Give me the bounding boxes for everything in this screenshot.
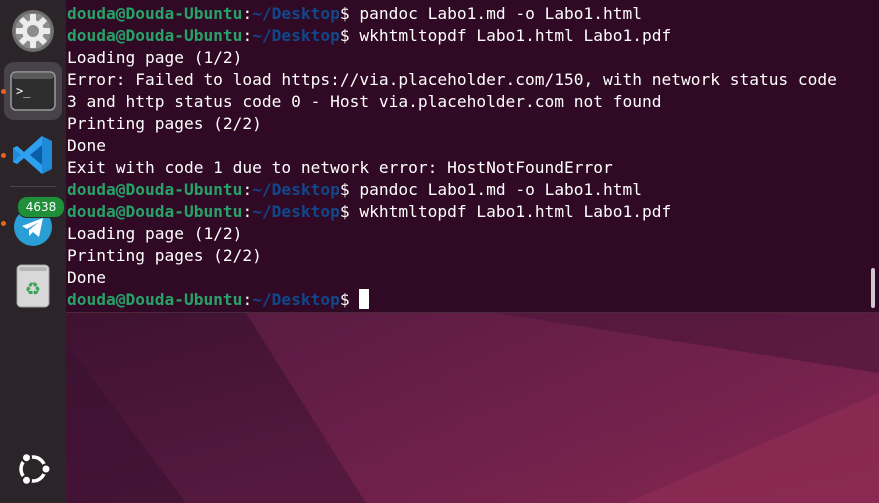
prompt-dollar: $ [339,290,350,309]
dock: >_ 4638 ♻ [0,0,66,503]
trash-icon: ♻ [16,264,50,308]
command-text [350,290,360,309]
dock-item-terminal[interactable]: >_ [4,62,62,120]
prompt-line: douda@Douda-Ubuntu:~/Desktop$ wkhtmltopd… [67,201,837,223]
wallpaper-graphic [66,313,879,503]
prompt-path: ~/Desktop [252,26,340,45]
prompt-line: douda@Douda-Ubuntu:~/Desktop$ pandoc Lab… [67,3,837,25]
output-line: 3 and http status code 0 - Host via.plac… [67,92,662,111]
svg-text:>_: >_ [16,84,31,98]
command-text: pandoc Labo1.md -o Labo1.html [349,4,643,23]
terminal-icon: >_ [10,71,56,111]
prompt-path: ~/Desktop [252,180,340,199]
prompt-user: douda@Douda-Ubuntu [67,180,243,199]
prompt-dollar: $ [339,4,350,23]
prompt-dollar: $ [339,202,350,221]
prompt-user: douda@Douda-Ubuntu [67,290,243,309]
dock-item-vscode[interactable] [4,126,62,184]
prompt-colon: : [242,26,253,45]
prompt-colon: : [242,180,253,199]
prompt-dollar: $ [339,26,350,45]
output-line: Loading page (1/2) [67,48,243,67]
command-text: wkhtmltopdf Labo1.html Labo1.pdf [349,26,672,45]
ubuntu-icon [19,452,52,486]
text-cursor [359,289,370,309]
dock-item-trash[interactable]: ♻ [4,256,62,314]
running-indicator [1,153,6,158]
output-line: Exit with code 1 due to network error: H… [67,158,613,177]
prompt-user: douda@Douda-Ubuntu [67,202,243,221]
notification-badge: 4638 [17,196,65,218]
command-text: wkhtmltopdf Labo1.html Labo1.pdf [349,202,672,221]
prompt-colon: : [242,290,253,309]
desktop-wallpaper [66,313,879,503]
output-line: Done [67,268,106,287]
prompt-path: ~/Desktop [252,290,340,309]
vscode-icon [13,136,52,174]
output-line: Printing pages (2/2) [67,246,262,265]
command-text: pandoc Labo1.md -o Labo1.html [349,180,643,199]
show-applications-button[interactable] [4,440,62,498]
prompt-colon: : [242,202,253,221]
terminal-output: douda@Douda-Ubuntu:~/Desktop$ pandoc Lab… [67,3,837,311]
output-line: Printing pages (2/2) [67,114,262,133]
prompt-user: douda@Douda-Ubuntu [67,4,243,23]
output-line: Done [67,136,106,155]
dock-item-settings[interactable] [4,2,62,60]
output-line: Error: Failed to load https://via.placeh… [67,70,837,89]
dock-separator [10,186,56,187]
gear-icon [12,10,54,52]
prompt-line: douda@Douda-Ubuntu:~/Desktop$ wkhtmltopd… [67,25,837,47]
prompt-path: ~/Desktop [252,4,340,23]
prompt-user: douda@Douda-Ubuntu [67,26,243,45]
running-indicator [1,89,6,94]
prompt-line: douda@Douda-Ubuntu:~/Desktop$ pandoc Lab… [67,179,837,201]
terminal-window[interactable]: douda@Douda-Ubuntu:~/Desktop$ pandoc Lab… [66,0,879,313]
prompt-colon: : [242,4,253,23]
running-indicator [1,221,6,226]
svg-text:♻: ♻ [25,279,41,300]
prompt-line: douda@Douda-Ubuntu:~/Desktop$ [67,289,837,311]
prompt-dollar: $ [339,180,350,199]
prompt-path: ~/Desktop [252,202,340,221]
output-line: Loading page (1/2) [67,224,243,243]
terminal-scrollbar[interactable] [871,268,875,308]
